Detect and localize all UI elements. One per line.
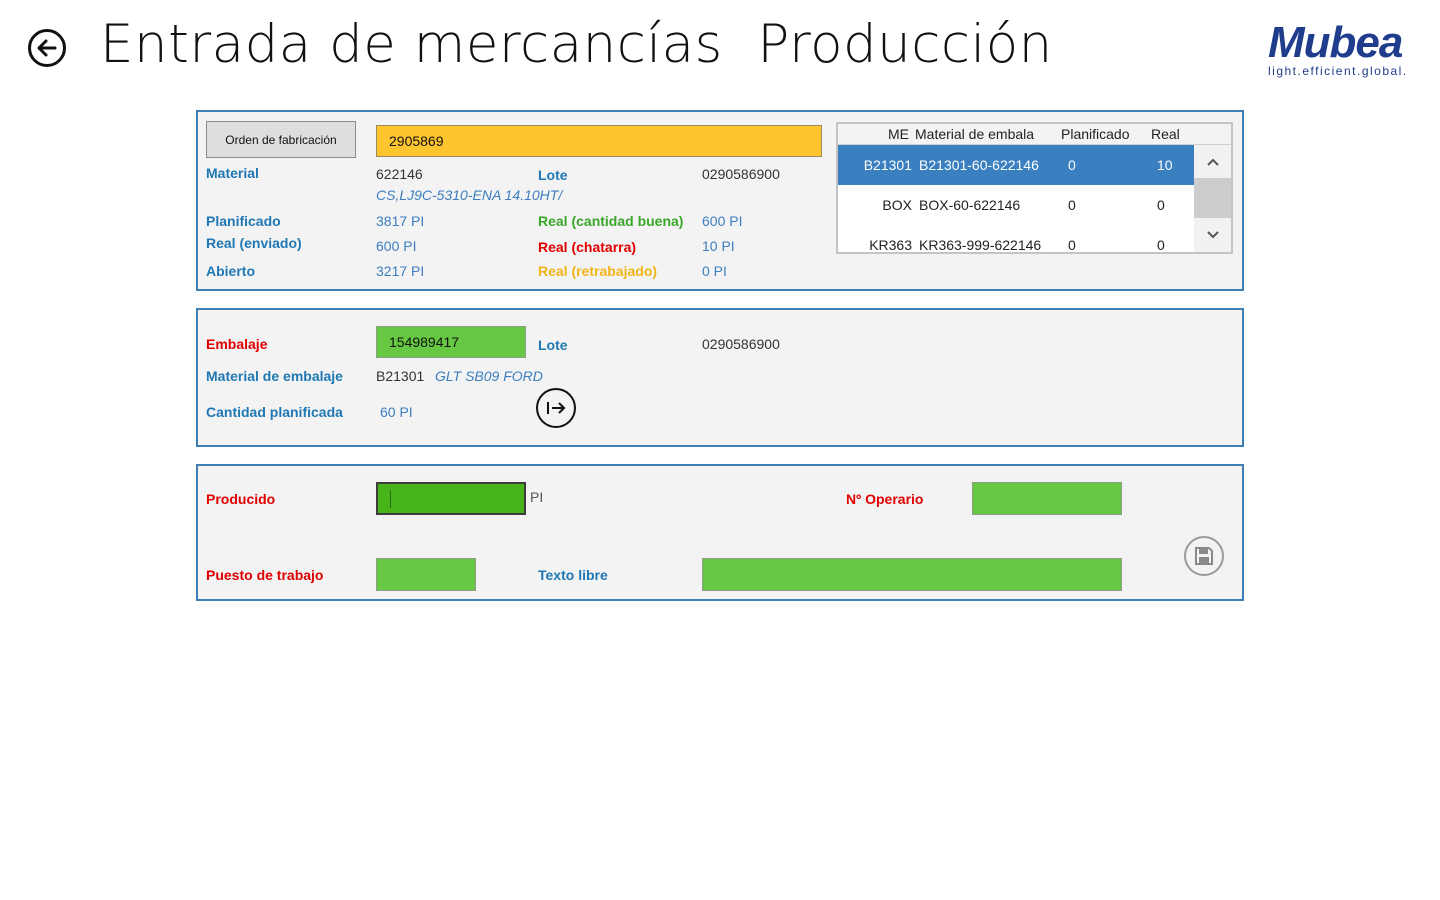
material-description: CS,LJ9C-5310-ENA 14.10HT/ [376, 187, 563, 203]
lote-label: Lote [538, 167, 568, 183]
puesto-trabajo-input[interactable] [376, 558, 476, 591]
abierto-value: 3217 PI [376, 263, 425, 279]
planificado-label: Planificado [206, 213, 281, 229]
producido-unit: PI [530, 489, 544, 505]
real-retrabajado-value: 0 PI [702, 263, 727, 279]
embalaje-input[interactable]: 154989417 [376, 326, 526, 358]
real-retrabajado-label: Real (retrabajado) [538, 263, 658, 279]
production-order-input[interactable]: 2905869 [376, 125, 822, 157]
grid-cell-me: KR363 [869, 237, 912, 253]
packaging-lote-label: Lote [538, 337, 568, 353]
material-label: Material [206, 165, 259, 181]
grid-cell-material: BOX-60-622146 [919, 197, 1021, 213]
grid-row[interactable]: KR363 KR363-999-622146 0 0 [838, 225, 1194, 253]
mubea-logo: Mubea [1268, 18, 1403, 67]
abierto-label: Abierto [206, 263, 255, 279]
packaging-material-code: B21301 [376, 368, 425, 384]
back-arrow-icon [37, 39, 57, 57]
grid-header-me[interactable]: ME [888, 126, 909, 142]
producido-input[interactable] [376, 482, 526, 515]
planificado-value: 3817 PI [376, 213, 425, 229]
texto-libre-input[interactable] [702, 558, 1122, 591]
cantidad-planificada-value: 60 PI [380, 404, 413, 420]
packaging-panel [196, 308, 1244, 447]
grid-cell-real: 0 [1157, 237, 1165, 253]
texto-libre-label: Texto libre [538, 567, 608, 583]
grid-header-planificado[interactable]: Planificado [1061, 126, 1130, 142]
packaging-lote-value: 0290586900 [702, 336, 780, 352]
chevron-down-icon[interactable] [1206, 230, 1220, 240]
lote-value: 0290586900 [702, 166, 780, 182]
grid-cell-planificado: 0 [1068, 197, 1076, 213]
save-button[interactable] [1184, 536, 1224, 576]
grid-cell-material: KR363-999-622146 [919, 237, 1042, 253]
grid-row[interactable]: BOX BOX-60-622146 0 0 [838, 185, 1194, 225]
scroll-thumb[interactable] [1194, 178, 1231, 218]
back-button[interactable] [28, 29, 66, 67]
packaging-material-label: Material de embalaje [206, 368, 343, 384]
grid-cell-me: BOX [882, 197, 912, 213]
grid-cell-planificado: 0 [1068, 157, 1076, 173]
real-chatarra-value: 10 PI [702, 238, 735, 254]
production-order-button[interactable]: Orden de fabricación [206, 121, 356, 158]
real-buena-value: 600 PI [702, 213, 743, 229]
grid-cell-material: B21301-60-622146 [919, 157, 1039, 173]
page-title: Entrada de mercancías Producción [100, 14, 1053, 75]
save-icon [1195, 547, 1213, 565]
text-cursor [390, 490, 391, 508]
chevron-up-icon[interactable] [1206, 157, 1220, 167]
grid-scrollbar[interactable] [1194, 145, 1231, 252]
real-buena-label: Real (cantidad buena) [538, 213, 684, 229]
logo-tagline: light.efficient.global. [1268, 64, 1408, 78]
grid-cell-real: 10 [1157, 157, 1173, 173]
embalaje-label: Embalaje [206, 336, 268, 352]
real-enviado-value: 600 PI [376, 238, 417, 254]
grid-header-material[interactable]: Material de embala [915, 126, 1050, 142]
operario-input[interactable] [972, 482, 1122, 515]
operario-label: Nº Operario [846, 491, 924, 507]
packaging-material-desc: GLT SB09 FORD [435, 368, 543, 384]
grid-cell-real: 0 [1157, 197, 1165, 213]
grid-row[interactable]: B21301 B21301-60-622146 0 10 [838, 145, 1194, 185]
real-chatarra-label: Real (chatarra) [538, 239, 637, 255]
grid-header-real[interactable]: Real [1151, 126, 1180, 142]
puesto-trabajo-label: Puesto de trabajo [206, 567, 324, 583]
real-enviado-label: Real (enviado) [206, 235, 302, 251]
grid-cell-me: B21301 [863, 157, 912, 173]
enter-arrow-icon [547, 402, 566, 414]
material-value: 622146 [376, 166, 423, 182]
enter-packaging-button[interactable] [536, 388, 576, 428]
cantidad-planificada-label: Cantidad planificada [206, 404, 343, 420]
packaging-grid: ME Material de embala Planificado Real B… [836, 122, 1233, 254]
grid-cell-planificado: 0 [1068, 237, 1076, 253]
producido-label: Producido [206, 491, 276, 507]
grid-header: ME Material de embala Planificado Real [838, 124, 1231, 145]
